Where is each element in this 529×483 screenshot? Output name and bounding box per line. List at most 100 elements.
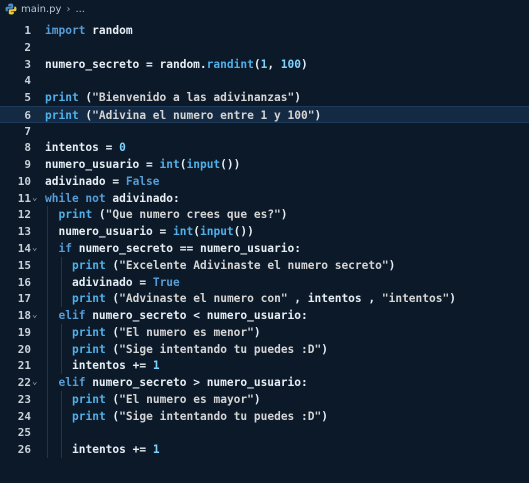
breadcrumb-file[interactable]: main.py: [21, 4, 61, 15]
code-line[interactable]: 13 numero_usuario = int(input()): [0, 223, 529, 240]
code-token: (: [105, 409, 120, 423]
line-number: 4: [24, 74, 31, 88]
code-line[interactable]: 2: [0, 39, 529, 56]
code-token: if: [58, 242, 72, 255]
code-token: randint: [206, 57, 254, 71]
code-token: ): [321, 409, 328, 423]
code-token: True: [152, 275, 180, 289]
code-token: ()): [220, 158, 241, 172]
fold-chevron-icon[interactable]: ⌄: [32, 190, 37, 207]
code-text: while not adivinado:: [45, 190, 180, 207]
code-token: (: [105, 325, 120, 339]
code-token: print: [72, 325, 106, 339]
line-number: 21: [17, 359, 31, 373]
code-token: intentos +=: [72, 359, 153, 373]
code-token: input: [199, 225, 234, 239]
code-line[interactable]: 23 print ("El numero es mayor"): [0, 391, 529, 408]
code-token: ): [314, 108, 322, 122]
code-token: intentos =: [45, 141, 120, 155]
code-token: (: [253, 57, 261, 71]
code-text: print ("Sige intentando tu puedes :D"): [72, 341, 328, 358]
code-token: "Sige intentando tu puedes :D": [119, 409, 322, 423]
code-line[interactable]: 3 numero_secreto = random.randint(1, 100): [0, 56, 529, 73]
code-line[interactable]: 15 print ("Excelente Adivinaste el numero…: [0, 257, 529, 274]
code-token: input: [186, 158, 221, 172]
code-token: ,: [267, 57, 281, 71]
line-number: 8: [24, 141, 31, 155]
code-line[interactable]: 24 print ("Sige intentando tu puedes :D"): [0, 408, 529, 425]
line-number: 19: [17, 325, 31, 339]
code-line[interactable]: 11 ⌄ while not adivinado:: [0, 190, 529, 207]
code-token: while not: [45, 191, 106, 205]
fold-chevron-icon[interactable]: ⌄: [32, 374, 37, 391]
code-token: numero_secreto = random.: [45, 57, 207, 71]
code-token: "Que numero crees que es?": [105, 208, 281, 222]
code-token: numero_secreto > numero_usuario:: [85, 376, 308, 390]
code-token: "El numero es mayor": [119, 392, 254, 406]
code-editor[interactable]: 1 import random 2 3 numero_secreto = random.…: [0, 22, 529, 483]
line-number: 22: [17, 376, 31, 390]
code-token: "Bienvenido a las adivinanzas": [92, 91, 295, 105]
code-line[interactable]: 19 print ("El numero es menor"): [0, 324, 529, 341]
line-number: 20: [17, 342, 31, 356]
code-line[interactable]: 8 intentos = 0: [0, 139, 529, 156]
code-line[interactable]: 7: [0, 123, 529, 140]
code-line[interactable]: 4: [0, 72, 529, 89]
code-text: elif numero_secreto > numero_usuario:: [59, 374, 308, 391]
code-line[interactable]: 25: [0, 424, 529, 441]
code-token: intentos +=: [72, 443, 153, 457]
code-text: print ("Bienvenido a las adivinanzas"): [45, 89, 301, 106]
code-line[interactable]: 20 print ("Sige intentando tu puedes :D"): [0, 341, 529, 358]
code-line[interactable]: 5 print ("Bienvenido a las adivinanzas"): [0, 89, 529, 106]
code-token: random: [85, 24, 133, 37]
code-text: numero_usuario = int(input()): [45, 156, 240, 173]
code-token: ): [253, 325, 261, 339]
fold-chevron-icon[interactable]: ⌄: [32, 240, 37, 257]
code-token: ): [253, 392, 261, 406]
code-line[interactable]: 6 print ("Adivina el numero entre 1 y 100…: [0, 105, 529, 123]
code-line[interactable]: 22 ⌄ elif numero_secreto > numero_usuario:: [0, 374, 529, 391]
code-text: numero_usuario = int(input()): [59, 223, 254, 240]
code-line[interactable]: 10 adivinado = False: [0, 173, 529, 190]
line-number: 9: [24, 158, 31, 172]
code-token: 100: [280, 57, 302, 71]
code-token: numero_usuario =: [58, 225, 174, 239]
line-number: 14: [17, 242, 31, 255]
code-token: print: [72, 342, 106, 356]
code-token: adivinado =: [72, 275, 153, 289]
code-token: "intentos": [381, 292, 450, 306]
code-token: "Sige intentando tu puedes :D": [119, 342, 322, 356]
code-token: ): [301, 57, 308, 71]
code-line[interactable]: 21 intentos += 1: [0, 357, 529, 374]
code-token: ): [388, 258, 396, 272]
code-token: print: [72, 392, 106, 406]
line-number: 15: [17, 258, 31, 272]
line-number: 11: [17, 191, 31, 205]
code-line[interactable]: 1 import random: [0, 22, 529, 39]
line-number: 18: [17, 309, 31, 323]
code-line[interactable]: 14 ⌄ if numero_secreto == numero_usuario:: [0, 240, 529, 257]
fold-chevron-icon[interactable]: ⌄: [32, 307, 37, 324]
line-number: 17: [17, 292, 31, 306]
breadcrumb-more[interactable]: ...: [75, 4, 85, 15]
code-line[interactable]: 26 intentos += 1: [0, 441, 529, 458]
code-line[interactable]: 12 print ("Que numero crees que es?"): [0, 206, 529, 223]
code-token: ): [294, 91, 301, 105]
code-token: print: [58, 208, 93, 222]
code-token: print: [45, 108, 79, 122]
code-token: int: [159, 158, 180, 172]
code-line[interactable]: 16 adivinado = True: [0, 274, 529, 291]
code-token: import: [45, 24, 86, 37]
code-line[interactable]: 9 numero_usuario = int(input()): [0, 156, 529, 173]
code-token: ()): [233, 225, 254, 239]
code-token: numero_secreto == numero_usuario:: [71, 242, 301, 255]
line-number: 26: [17, 443, 31, 457]
line-number: 24: [17, 409, 31, 423]
code-token: elif: [58, 309, 86, 323]
code-token: int: [173, 225, 194, 239]
line-number: 25: [17, 426, 31, 440]
code-line[interactable]: 17 print ("Advinaste el numero con" , int…: [0, 290, 529, 307]
code-line[interactable]: 18 ⌄ elif numero_secreto < numero_usuario:: [0, 307, 529, 324]
code-token: (: [78, 108, 93, 122]
code-text: intentos += 1: [72, 441, 160, 458]
